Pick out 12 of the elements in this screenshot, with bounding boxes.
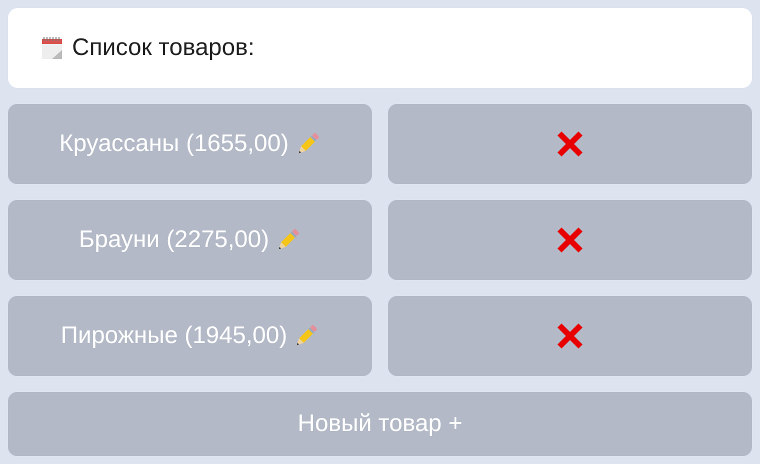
message-text: Список товаров: xyxy=(72,34,255,62)
cross-icon xyxy=(556,130,584,158)
product-button[interactable]: Брауни (2275,00) xyxy=(8,200,372,280)
cross-icon xyxy=(556,226,584,254)
delete-button[interactable] xyxy=(388,200,752,280)
new-item-button[interactable]: Новый товар + xyxy=(8,392,752,456)
product-button[interactable]: Пирожные (1945,00) xyxy=(8,296,372,376)
notepad-icon xyxy=(40,36,64,60)
product-button[interactable]: Круассаны (1655,00) xyxy=(8,104,372,184)
delete-button[interactable] xyxy=(388,296,752,376)
cross-icon xyxy=(556,322,584,350)
delete-button[interactable] xyxy=(388,104,752,184)
